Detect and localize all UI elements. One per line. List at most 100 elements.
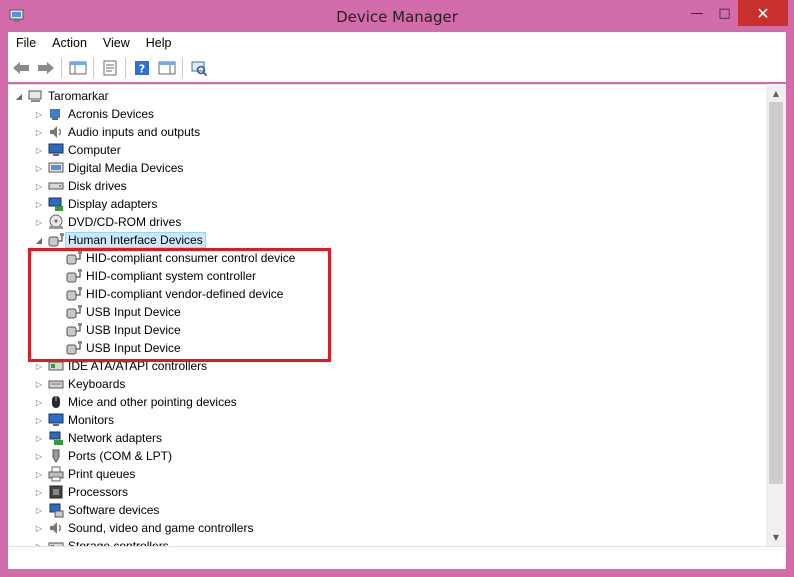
display-adapter-icon — [48, 196, 64, 212]
tree-category-print-queues[interactable]: ▷ Print queues — [34, 465, 135, 483]
monitor-icon — [48, 142, 64, 158]
expand-arrow-icon[interactable]: ▷ — [34, 163, 44, 173]
show-action-pane-button[interactable] — [155, 57, 179, 79]
collapse-arrow-icon[interactable]: ◢ — [14, 91, 24, 101]
maximize-icon: □ — [718, 5, 731, 21]
tree-category-dvd[interactable]: ▷ DVD/CD-ROM drives — [34, 213, 181, 231]
hid-icon — [48, 232, 64, 248]
minimize-icon: — — [690, 5, 704, 21]
expand-arrow-icon[interactable]: ▷ — [34, 379, 44, 389]
tree-category-label: Ports (COM & LPT) — [68, 449, 173, 463]
tree-category-hid[interactable]: ◢ Human Interface Devices — [34, 231, 206, 249]
tree-category-label: Acronis Devices — [68, 107, 155, 121]
tree-category-monitors[interactable]: ▷ Monitors — [34, 411, 114, 429]
forward-button[interactable] — [34, 57, 58, 79]
svg-text:?: ? — [139, 63, 145, 76]
tree-category-label: Monitors — [68, 413, 115, 427]
expand-arrow-icon[interactable]: ▷ — [34, 181, 44, 191]
expand-arrow-icon[interactable]: ▷ — [34, 361, 44, 371]
menu-file[interactable]: File — [8, 36, 44, 50]
close-button[interactable]: ✕ — [738, 0, 788, 26]
tree-category-mice[interactable]: ▷ Mice and other pointing devices — [34, 393, 237, 411]
tree-category-label: Print queues — [68, 467, 136, 481]
tree-category-disk-drives[interactable]: ▷ Disk drives — [34, 177, 127, 195]
tree-category-label: Audio inputs and outputs — [68, 125, 201, 139]
back-button[interactable] — [9, 57, 33, 79]
scroll-up-arrow-icon[interactable]: ▲ — [766, 84, 786, 102]
tree-category-label: DVD/CD-ROM drives — [68, 215, 182, 229]
expand-arrow-icon[interactable]: ▷ — [34, 199, 44, 209]
tree-category-ports[interactable]: ▷ Ports (COM & LPT) — [34, 447, 172, 465]
tree-category-sound-video[interactable]: ▷ Sound, video and game controllers — [34, 519, 254, 537]
sound-controller-icon — [48, 520, 64, 536]
menu-bar: File Action View Help — [8, 32, 786, 54]
show-hide-console-tree-button[interactable] — [66, 57, 90, 79]
minimize-button[interactable]: — — [683, 0, 711, 26]
tree-category-label: Software devices — [68, 503, 160, 517]
monitor-icon — [48, 412, 64, 428]
expand-arrow-icon[interactable]: ▷ — [34, 469, 44, 479]
media-device-icon — [48, 160, 64, 176]
expand-arrow-icon[interactable]: ▷ — [34, 487, 44, 497]
tree-category-display-adapters[interactable]: ▷ Display adapters — [34, 195, 157, 213]
close-icon: ✕ — [756, 3, 770, 23]
printer-icon — [48, 466, 64, 482]
expand-arrow-icon[interactable]: ▷ — [34, 433, 44, 443]
scan-hardware-button[interactable] — [187, 57, 211, 79]
title-bar[interactable]: Device Manager — □ ✕ — [0, 0, 794, 32]
window-title: Device Manager — [336, 8, 458, 26]
console-tree-icon — [69, 61, 87, 75]
expand-arrow-icon[interactable]: ▷ — [34, 451, 44, 461]
tree-category-keyboards[interactable]: ▷ Keyboards — [34, 375, 125, 393]
collapse-arrow-icon[interactable]: ◢ — [34, 235, 44, 245]
expand-arrow-icon[interactable]: ▷ — [34, 415, 44, 425]
vertical-scrollbar[interactable]: ▲ ▼ — [766, 84, 786, 546]
tree-category-label: Sound, video and game controllers — [68, 521, 254, 535]
menu-view[interactable]: View — [95, 36, 138, 50]
expand-arrow-icon[interactable]: ▷ — [34, 505, 44, 515]
computer-root-icon — [28, 88, 44, 104]
tree-root[interactable]: ◢ Taromarkaг — [14, 87, 109, 105]
scroll-down-arrow-icon[interactable]: ▼ — [766, 528, 786, 546]
mouse-icon — [48, 394, 64, 410]
keyboard-icon — [48, 376, 64, 392]
scan-hardware-icon — [191, 61, 208, 76]
expand-arrow-icon[interactable]: ▷ — [34, 127, 44, 137]
tree-category-digital-media[interactable]: ▷ Digital Media Devices — [34, 159, 183, 177]
tree-category-label: Keyboards — [68, 377, 126, 391]
action-pane-icon — [158, 61, 176, 75]
processor-icon — [48, 484, 64, 500]
status-bar — [8, 546, 786, 569]
expand-arrow-icon[interactable]: ▷ — [34, 109, 44, 119]
expand-arrow-icon[interactable]: ▷ — [34, 145, 44, 155]
tree-category-label: Human Interface Devices — [65, 232, 206, 248]
dvd-drive-icon — [48, 214, 64, 230]
arrow-right-icon — [38, 62, 54, 74]
tree-root-label: Taromarkaг — [48, 89, 110, 103]
tree-category-label: Network adapters — [68, 431, 163, 445]
expand-arrow-icon[interactable]: ▷ — [34, 397, 44, 407]
expand-arrow-icon[interactable]: ▷ — [34, 217, 44, 227]
menu-action[interactable]: Action — [44, 36, 95, 50]
toolbar-separator — [93, 58, 94, 78]
tree-category-audio[interactable]: ▷ Audio inputs and outputs — [34, 123, 200, 141]
maximize-button[interactable]: □ — [711, 0, 738, 26]
tree-category-label: Mice and other pointing devices — [68, 395, 237, 409]
tree-category-software-devices[interactable]: ▷ Software devices — [34, 501, 159, 519]
menu-help[interactable]: Help — [138, 36, 180, 50]
tree-category-label: Disk drives — [68, 179, 127, 193]
software-device-icon — [48, 502, 64, 518]
tree-category-acronis[interactable]: ▷ Acronis Devices — [34, 105, 154, 123]
acronis-device-icon — [48, 106, 64, 122]
help-button[interactable]: ? — [130, 57, 154, 79]
tree-category-network[interactable]: ▷ Network adapters — [34, 429, 162, 447]
expand-arrow-icon[interactable]: ▷ — [34, 523, 44, 533]
red-annotation-box — [28, 248, 331, 362]
properties-button[interactable] — [98, 57, 122, 79]
scrollbar-thumb[interactable] — [769, 102, 783, 484]
help-icon: ? — [135, 61, 149, 76]
tree-category-processors[interactable]: ▷ Processors — [34, 483, 128, 501]
toolbar: ? — [8, 54, 786, 82]
port-icon — [48, 448, 64, 464]
tree-category-computer[interactable]: ▷ Computer — [34, 141, 121, 159]
